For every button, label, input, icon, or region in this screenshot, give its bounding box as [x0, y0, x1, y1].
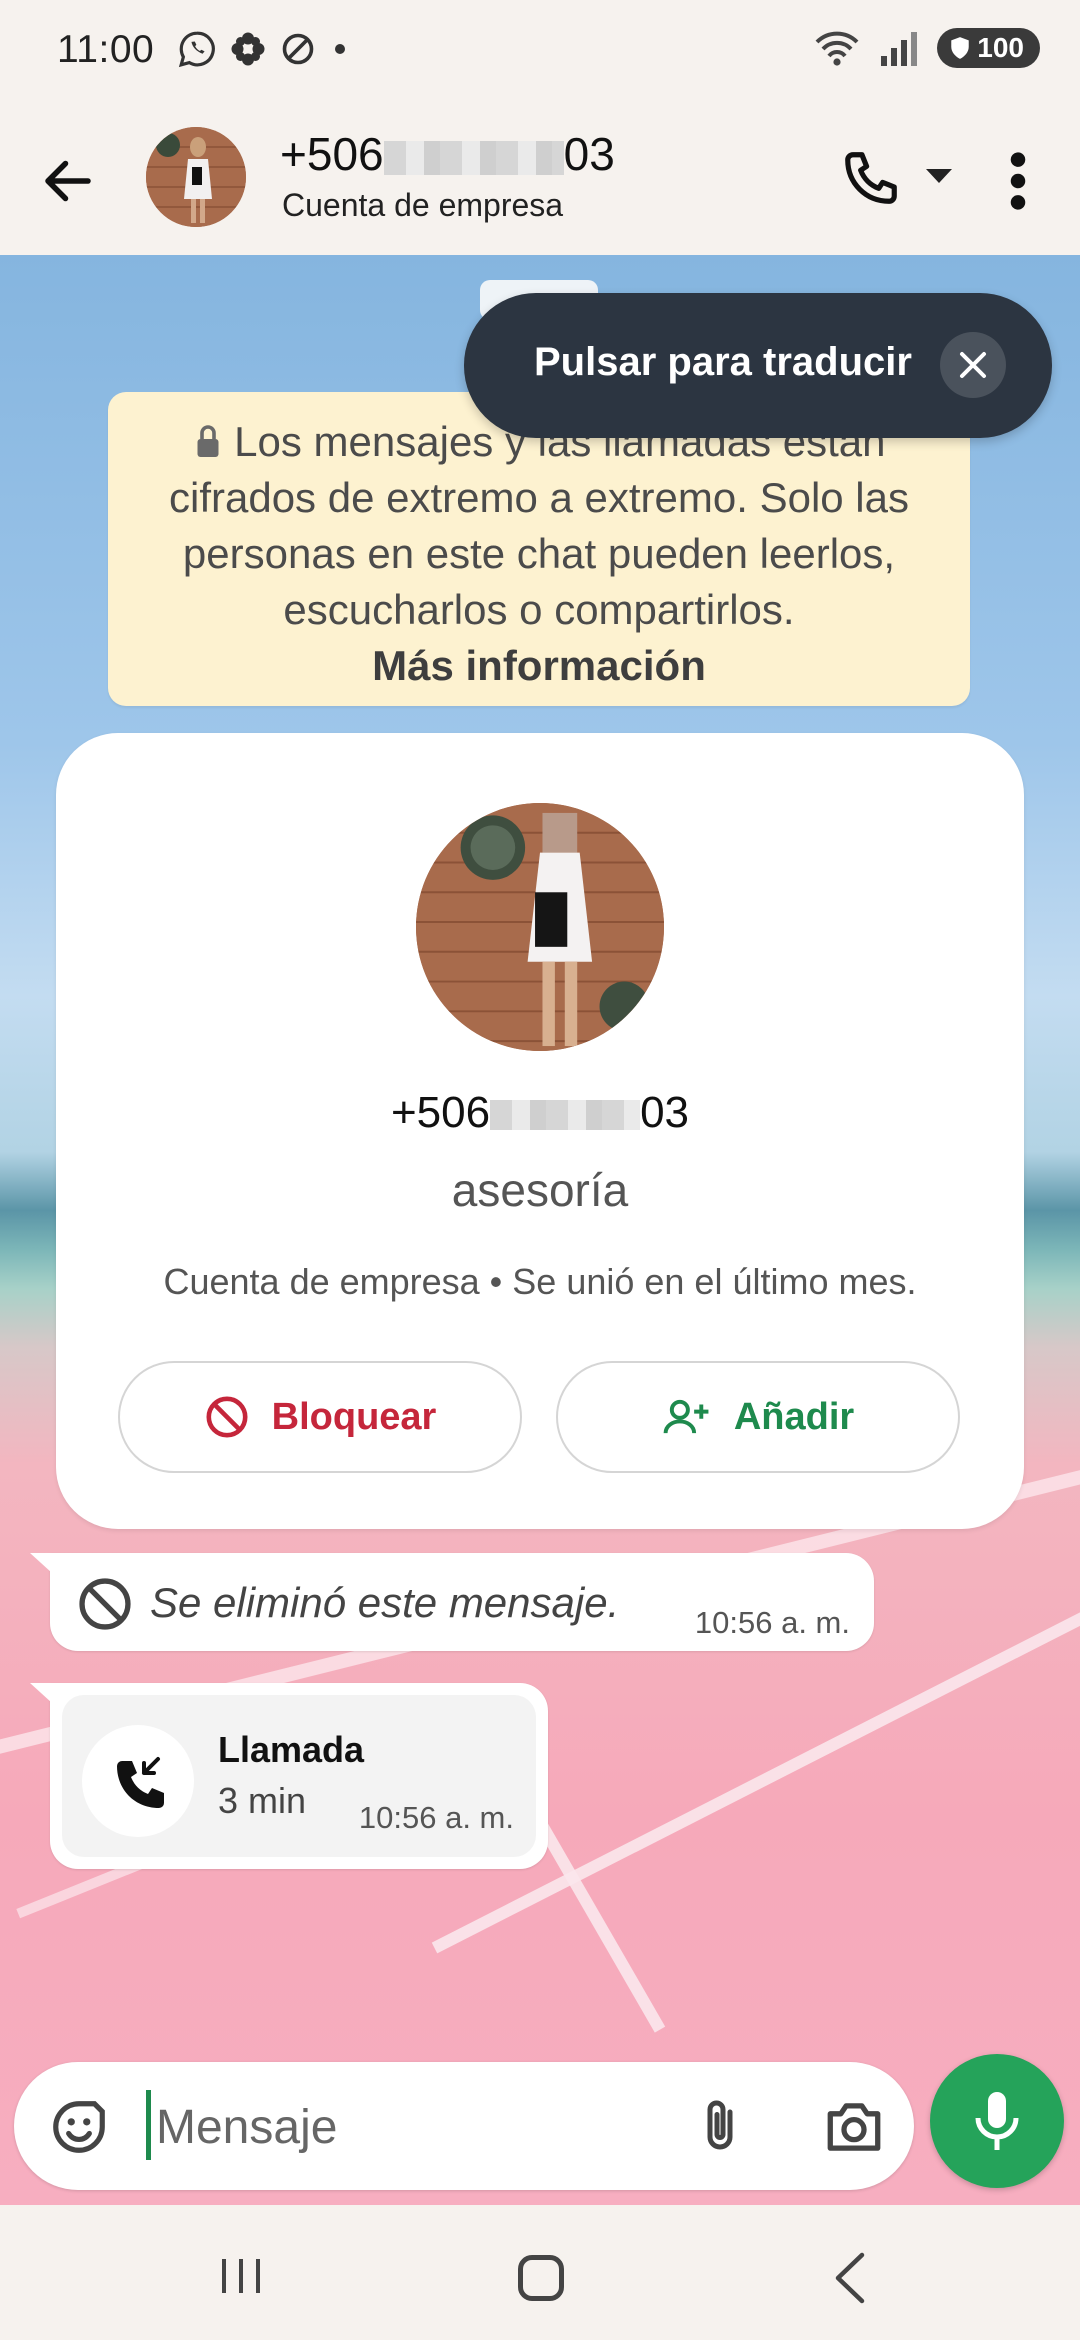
block-button[interactable]: Bloquear	[118, 1361, 522, 1473]
home-icon[interactable]	[518, 2255, 564, 2301]
battery-icon	[951, 37, 970, 59]
contact-avatar[interactable]	[146, 127, 246, 227]
battery-indicator: 100	[937, 28, 1040, 68]
profile-phone-prefix: +506	[390, 1088, 491, 1137]
back-arrow-icon[interactable]	[38, 151, 98, 211]
status-system-icons: 100	[813, 28, 1040, 68]
redacted-digits	[490, 1100, 641, 1131]
encryption-text: Los mensajes y las llamadas están cifrad…	[168, 418, 909, 633]
message-input[interactable]	[154, 2088, 678, 2166]
back-icon[interactable]	[830, 2251, 870, 2305]
close-icon[interactable]	[940, 332, 1006, 398]
incoming-call-icon	[82, 1725, 194, 1837]
deleted-message-bubble[interactable]: Se eliminó este mensaje. 10:56 a. m.	[30, 1553, 874, 1651]
microphone-icon	[975, 2092, 1019, 2150]
status-time: 11:00	[57, 28, 155, 71]
chevron-down-icon[interactable]	[926, 169, 952, 183]
profile-avatar[interactable]	[416, 803, 664, 1051]
flower-icon	[231, 32, 265, 66]
contact-phone-suffix: 03	[563, 128, 615, 180]
translate-label: Pulsar para traducir	[534, 340, 912, 384]
sticker-emoji-icon[interactable]	[48, 2096, 110, 2158]
add-user-icon	[663, 1399, 709, 1434]
contact-phone-prefix: +506	[280, 128, 384, 180]
message-time: 10:56 a. m.	[694, 1605, 850, 1640]
dot-icon	[335, 44, 345, 54]
lock-icon	[197, 425, 218, 457]
status-notification-icons	[178, 30, 350, 68]
profile-name: asesoría	[451, 1164, 629, 1216]
add-label: Añadir	[733, 1395, 855, 1438]
block-icon	[206, 1396, 248, 1438]
deleted-message-text: Se eliminó este mensaje.	[150, 1579, 620, 1626]
camera-icon[interactable]	[822, 2098, 886, 2156]
system-nav-bar	[0, 2205, 1080, 2340]
chat-header: +506 03 Cuenta de empresa	[0, 105, 1080, 256]
bubble-tail	[30, 1553, 52, 1573]
redacted-digits	[383, 140, 564, 175]
call-card[interactable]: Llamada 3 min 10:56 a. m.	[62, 1695, 536, 1857]
phone-icon[interactable]	[840, 147, 902, 209]
add-contact-button[interactable]: Añadir	[556, 1361, 960, 1473]
signal-icon	[881, 32, 918, 66]
call-duration: 3 min	[218, 1780, 307, 1821]
translate-banner[interactable]: Pulsar para traducir	[464, 293, 1052, 438]
battery-level: 100	[977, 32, 1024, 63]
more-info-link[interactable]: Más información	[372, 642, 706, 689]
profile-phone: +506 03	[56, 1088, 1024, 1138]
message-time: 10:56 a. m.	[358, 1800, 514, 1835]
encryption-notice[interactable]: Los mensajes y las llamadas están cifrad…	[108, 392, 970, 706]
blocked-icon	[79, 1578, 131, 1630]
contact-subtitle: Cuenta de empresa	[282, 187, 564, 223]
microphone-button[interactable]	[930, 2054, 1064, 2188]
more-options-icon[interactable]	[1000, 149, 1036, 213]
wifi-icon	[815, 31, 859, 66]
text-caret	[146, 2090, 151, 2160]
paperclip-icon[interactable]	[690, 2096, 750, 2158]
contact-phone[interactable]: +506 03	[280, 127, 615, 181]
composer-bar	[14, 2062, 914, 2190]
call-message-bubble[interactable]: Llamada 3 min 10:56 a. m.	[30, 1683, 548, 1869]
whatsapp-icon	[178, 31, 215, 68]
profile-info: Cuenta de empresa • Se unió en el último…	[163, 1261, 917, 1302]
recent-apps-icon[interactable]	[218, 2255, 264, 2297]
bubble-tail	[30, 1683, 52, 1703]
business-profile-card: +506 03 asesoría Cuenta de empresa • Se u…	[56, 733, 1024, 1529]
blocked-icon	[282, 33, 314, 65]
status-bar: 11:00 100	[0, 0, 1080, 105]
block-label: Bloquear	[271, 1395, 437, 1438]
profile-phone-suffix: 03	[640, 1088, 690, 1137]
call-title: Llamada	[218, 1729, 365, 1770]
